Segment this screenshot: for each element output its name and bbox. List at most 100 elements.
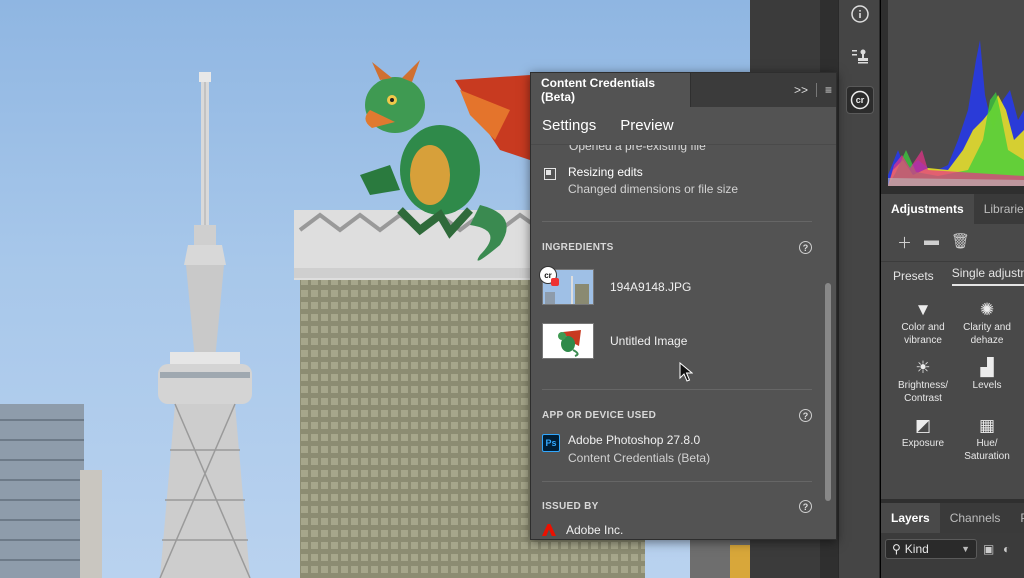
section-divider bbox=[542, 221, 812, 222]
section-divider bbox=[542, 389, 812, 390]
mouse-pointer-icon bbox=[679, 362, 693, 382]
app-name: Adobe Photoshop 27.8.0 bbox=[568, 433, 701, 447]
content-credentials-icon[interactable]: cr bbox=[846, 86, 874, 114]
ingredients-heading-row: INGREDIENTS ? bbox=[542, 241, 812, 254]
cc-tab-row: Settings Preview bbox=[531, 107, 836, 145]
panel-title-tab[interactable]: Content Credentials (Beta) bbox=[531, 73, 691, 107]
adjustment-levels[interactable]: ▟ Levels bbox=[955, 357, 1019, 405]
ingredient-name: 194A9148.JPG bbox=[610, 280, 692, 294]
layers-tab-row: Layers Channels Pa bbox=[881, 503, 1024, 533]
layers-panel: Layers Channels Pa ⚲ Kind ▼ ▣ ◐ bbox=[881, 503, 1024, 578]
tab-presets[interactable]: Presets bbox=[893, 269, 934, 283]
help-icon[interactable]: ? bbox=[799, 241, 812, 254]
clarity-dehaze-icon: ✺ bbox=[979, 300, 995, 319]
tab-paths[interactable]: Pa bbox=[1010, 503, 1024, 533]
ingredient-item[interactable]: Untitled Image bbox=[542, 323, 687, 359]
adjustment-label: Contrast bbox=[904, 393, 942, 404]
cc-scrollbar-thumb[interactable] bbox=[825, 283, 831, 501]
color-vibrance-icon: ▼ bbox=[914, 300, 932, 319]
adjustments-sub-tabs: Presets Single adjustm bbox=[881, 261, 1024, 289]
exposure-icon: ◩ bbox=[914, 416, 932, 435]
panel-header-controls: >> ≡ bbox=[794, 73, 832, 107]
brightness-icon: ☀ bbox=[915, 358, 931, 377]
right-panel-dock: Adjustments Libraries ＋ ▬ 🗑 Presets Sing… bbox=[881, 0, 1024, 578]
panel-header: Content Credentials (Beta) >> ≡ bbox=[531, 73, 836, 107]
glass-buildings bbox=[0, 404, 102, 578]
menu-icon[interactable]: ≡ bbox=[825, 83, 832, 97]
adjustment-label: Saturation bbox=[964, 451, 1010, 462]
adjustment-exposure[interactable]: ◩ Exposure bbox=[891, 415, 955, 463]
plus-icon[interactable]: ＋ bbox=[897, 232, 912, 253]
cr-badge: cr bbox=[539, 266, 559, 286]
adjustment-label: Color and bbox=[901, 322, 945, 333]
layer-kind-select[interactable]: ⚲ Kind ▼ bbox=[885, 539, 977, 559]
app-used-row: Ps Adobe Photoshop 27.8.0 Content Creden… bbox=[542, 433, 710, 465]
adjustments-grid: ▼ Color and vibrance ✺ Clarity and dehaz… bbox=[881, 289, 1024, 463]
tab-settings[interactable]: Settings bbox=[542, 117, 596, 134]
folder-icon[interactable]: ▬ bbox=[924, 232, 939, 253]
tab-layers[interactable]: Layers bbox=[881, 503, 940, 533]
app-heading-row: APP OR DEVICE USED ? bbox=[542, 409, 812, 422]
adjustment-label: vibrance bbox=[904, 335, 942, 346]
tab-adjustments[interactable]: Adjustments bbox=[881, 194, 974, 224]
section-divider bbox=[542, 481, 812, 482]
clipped-history-text: Opened a pre-existing file bbox=[569, 145, 706, 153]
image-filter-icon[interactable]: ▣ bbox=[983, 542, 997, 556]
stamp-list-icon[interactable] bbox=[846, 42, 874, 70]
tab-libraries[interactable]: Libraries bbox=[974, 194, 1024, 224]
ingredient-thumbnail: cr bbox=[539, 266, 594, 305]
ingredient-item[interactable]: cr 194A9148.JPG bbox=[539, 266, 692, 305]
adjustment-label: Clarity and bbox=[963, 322, 1011, 333]
histogram-graph bbox=[888, 40, 1024, 186]
info-icon[interactable] bbox=[846, 0, 874, 28]
cr-icon-label: cr bbox=[855, 95, 865, 105]
app-detail: Content Credentials (Beta) bbox=[568, 451, 711, 465]
tab-preview[interactable]: Preview bbox=[620, 117, 673, 134]
layer-filter-row: ⚲ Kind ▼ ▣ ◐ bbox=[881, 533, 1024, 565]
resize-edit-icon bbox=[544, 168, 556, 180]
adjustment-label: Levels bbox=[972, 380, 1002, 391]
header-separator bbox=[815, 83, 817, 97]
history-subtitle: Changed dimensions or file size bbox=[568, 182, 739, 196]
histogram-panel bbox=[888, 0, 1024, 186]
double-chevron-right-icon[interactable]: >> bbox=[794, 83, 808, 97]
adjustment-filter-icon[interactable]: ◐ bbox=[1003, 542, 1017, 556]
adjustment-label: Exposure bbox=[901, 438, 945, 449]
adjustment-clarity-dehaze[interactable]: ✺ Clarity and dehaze bbox=[955, 299, 1019, 347]
app-heading: APP OR DEVICE USED bbox=[542, 410, 657, 421]
issued-by-heading: ISSUED BY bbox=[542, 501, 599, 512]
levels-icon: ▟ bbox=[980, 358, 994, 377]
panel-icon-column: cr bbox=[838, 0, 880, 578]
adjustments-tab-row: Adjustments Libraries bbox=[881, 194, 1024, 224]
adjustments-toolbar: ＋ ▬ 🗑 bbox=[881, 224, 1024, 261]
search-icon: ⚲ bbox=[892, 542, 901, 556]
content-credentials-panel: Content Credentials (Beta) >> ≡ Settings… bbox=[530, 72, 837, 540]
help-icon[interactable]: ? bbox=[799, 409, 812, 422]
tab-single-adjustments[interactable]: Single adjustm bbox=[951, 266, 1024, 286]
hue-saturation-icon: ▦ bbox=[978, 416, 996, 435]
ingredients-heading: INGREDIENTS bbox=[542, 242, 614, 253]
kind-label: Kind bbox=[904, 542, 929, 556]
adobe-logo-icon bbox=[542, 524, 556, 536]
issuer-name: Adobe Inc. bbox=[566, 523, 624, 537]
issuer-row: Adobe Inc. bbox=[542, 523, 623, 537]
adjustment-brightness-contrast[interactable]: ☀ Brightness/ Contrast bbox=[891, 357, 955, 405]
ingredient-thumbnail bbox=[542, 323, 594, 359]
adjustment-label: Brightness/ bbox=[897, 380, 949, 391]
adjustments-panel: Adjustments Libraries ＋ ▬ 🗑 Presets Sing… bbox=[881, 194, 1024, 499]
history-title: Resizing edits bbox=[568, 165, 643, 179]
ingredient-name: Untitled Image bbox=[610, 334, 688, 348]
adjustment-label: dehaze bbox=[970, 335, 1004, 346]
cc-scroll-area[interactable]: Opened a pre-existing file Resizing edit… bbox=[531, 145, 823, 539]
adjustment-color-vibrance[interactable]: ▼ Color and vibrance bbox=[891, 299, 955, 347]
adjustment-hue-saturation[interactable]: ▦ Hue/ Saturation bbox=[955, 415, 1019, 463]
help-icon[interactable]: ? bbox=[799, 500, 812, 513]
chevron-down-icon: ▼ bbox=[961, 544, 970, 554]
tower-illustration bbox=[158, 72, 252, 578]
history-item-resizing: Resizing edits Changed dimensions or fil… bbox=[544, 165, 738, 196]
trash-icon[interactable]: 🗑 bbox=[951, 232, 970, 253]
tab-channels[interactable]: Channels bbox=[940, 503, 1011, 533]
issued-by-heading-row: ISSUED BY ? bbox=[542, 500, 812, 513]
badge-alert-icon bbox=[551, 278, 559, 286]
photoshop-icon: Ps bbox=[542, 434, 560, 452]
